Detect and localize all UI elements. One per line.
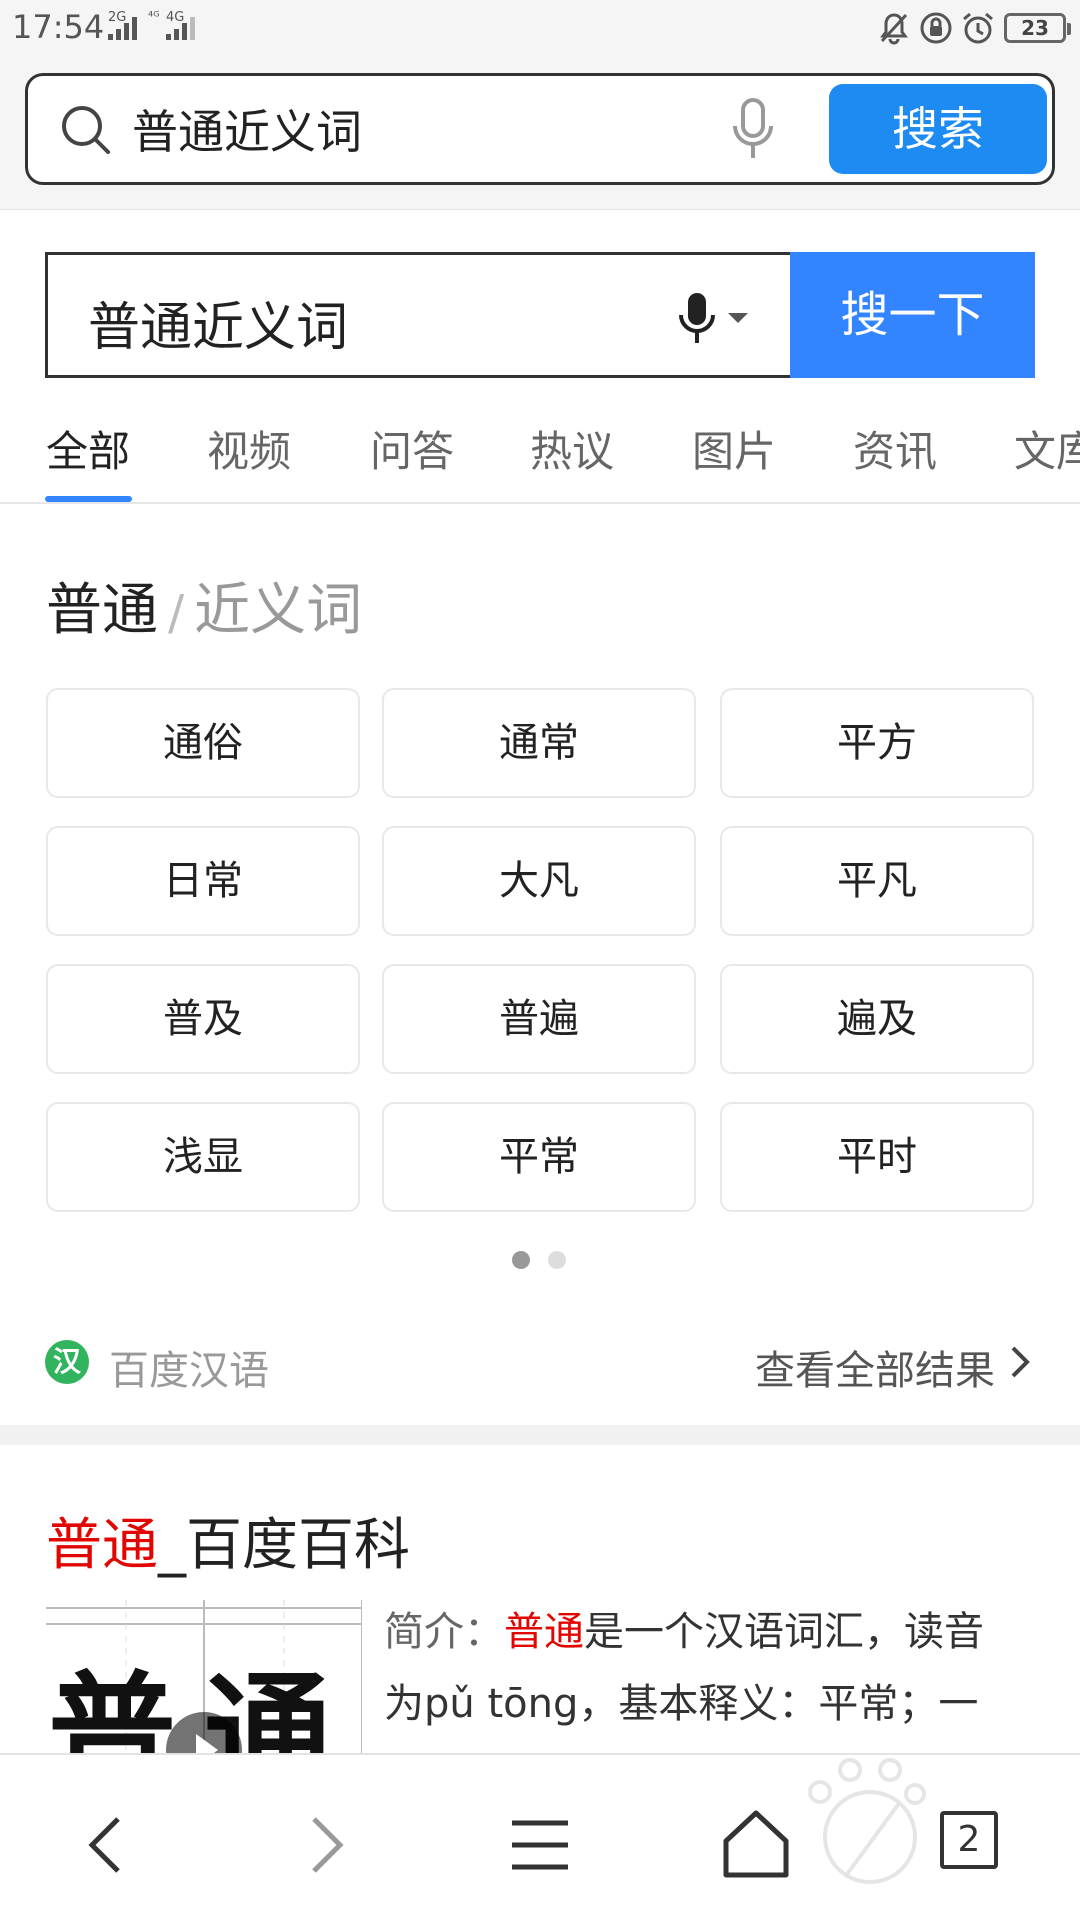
tab-wenku-clip: 文库 xyxy=(1014,418,1080,478)
lock-rotation-icon xyxy=(920,12,952,44)
signal-icon-2 xyxy=(166,16,195,40)
intro-highlight: 普通 xyxy=(504,1609,584,1655)
tab-news[interactable]: 资讯 xyxy=(853,418,937,479)
alarm-icon xyxy=(963,12,993,44)
tab-wenku[interactable]: 文库 xyxy=(1014,418,1080,478)
synonym-item[interactable]: 通常 xyxy=(382,688,696,798)
tab-qa[interactable]: 问答 xyxy=(370,418,454,479)
synonym-item[interactable]: 大凡 xyxy=(382,826,696,936)
synonym-item[interactable]: 日常 xyxy=(46,826,360,936)
active-tab-indicator xyxy=(45,496,132,502)
baike-thumbnail[interactable]: 普通 xyxy=(46,1600,362,1760)
synonyms-separator: / xyxy=(168,585,185,641)
synonym-item[interactable]: 遍及 xyxy=(720,964,1034,1074)
page-dot xyxy=(548,1251,566,1269)
signal-icon-1 xyxy=(108,16,137,40)
source-row: 汉 百度汉语 查看全部结果 xyxy=(45,1338,1035,1394)
page-dot-active xyxy=(512,1251,530,1269)
battery-indicator: 23 xyxy=(1004,13,1071,43)
baike-summary-line-1: 简介：普通是一个汉语词汇，读音 xyxy=(384,1596,1024,1668)
baike-result-title[interactable]: 普通_百度百科 xyxy=(46,1500,410,1581)
tabs-count-button[interactable]: 2 xyxy=(940,1811,998,1869)
result-tabs: 全部 视频 问答 热议 图片 资讯 文库 xyxy=(0,400,1080,504)
notification-off-icon xyxy=(880,13,908,45)
address-bar[interactable]: 普通近义词 搜索 xyxy=(25,73,1055,185)
forward-icon[interactable] xyxy=(284,1805,364,1885)
intro-text-1: 是一个汉语词汇，读音 xyxy=(584,1609,984,1655)
source-name: 百度汉语 xyxy=(109,1348,269,1394)
synonym-item[interactable]: 普遍 xyxy=(382,964,696,1074)
microphone-icon[interactable] xyxy=(728,96,778,166)
tab-all[interactable]: 全部 xyxy=(46,418,130,479)
search-icon xyxy=(62,106,110,154)
home-icon[interactable] xyxy=(716,1805,796,1885)
tab-discussion[interactable]: 热议 xyxy=(530,418,614,479)
baike-summary-line-2: 为pǔ tōng，基本释义：平常；一 xyxy=(384,1681,979,1727)
synonym-item[interactable]: 普及 xyxy=(46,964,360,1074)
intro-label: 简介： xyxy=(384,1609,504,1655)
back-icon[interactable] xyxy=(68,1805,148,1885)
status-bar: 17:54 2G ⁴ᴳ 4G 23 xyxy=(0,0,1080,60)
synonyms-kind: 近义词 xyxy=(194,578,363,643)
synonym-item[interactable]: 平时 xyxy=(720,1102,1034,1212)
tab-video[interactable]: 视频 xyxy=(207,418,291,479)
voice-search-icon[interactable] xyxy=(676,291,756,351)
synonym-item[interactable]: 平方 xyxy=(720,688,1034,798)
menu-icon[interactable] xyxy=(500,1805,580,1885)
hanyu-logo-icon: 汉 xyxy=(45,1340,89,1384)
paw-watermark-icon xyxy=(808,1758,926,1884)
lte-label: ⁴ᴳ xyxy=(148,10,160,25)
synonyms-heading: 普通 / 近义词 xyxy=(46,565,362,646)
synonyms-word: 普通 xyxy=(46,578,158,643)
page-indicator xyxy=(512,1251,572,1271)
chevron-right-icon[interactable] xyxy=(1005,1338,1035,1386)
baike-summary: 简介：普通是一个汉语词汇，读音 为pǔ tōng，基本释义：平常；一 xyxy=(384,1596,1024,1740)
page-search-bar: 普通近义词 搜一下 xyxy=(45,252,1035,378)
search-submit-button[interactable]: 搜一下 xyxy=(790,252,1035,378)
synonym-item[interactable]: 平凡 xyxy=(720,826,1034,936)
baike-title-highlight: 普通 xyxy=(46,1513,158,1578)
browser-toolbar: 普通近义词 搜索 xyxy=(0,60,1080,210)
address-query[interactable]: 普通近义词 xyxy=(132,96,362,162)
page-search-input[interactable]: 普通近义词 xyxy=(45,252,790,378)
section-divider xyxy=(0,1425,1080,1445)
synonym-item[interactable]: 平常 xyxy=(382,1102,696,1212)
view-all-results-link[interactable]: 查看全部结果 xyxy=(755,1338,995,1396)
status-time: 17:54 xyxy=(12,8,105,46)
synonym-item[interactable]: 通俗 xyxy=(46,688,360,798)
tab-images[interactable]: 图片 xyxy=(692,418,776,479)
browser-search-button[interactable]: 搜索 xyxy=(829,84,1047,174)
synonym-item[interactable]: 浅显 xyxy=(46,1102,360,1212)
baike-title-rest: _百度百科 xyxy=(158,1513,410,1578)
page-search-query[interactable]: 普通近义词 xyxy=(88,285,348,360)
